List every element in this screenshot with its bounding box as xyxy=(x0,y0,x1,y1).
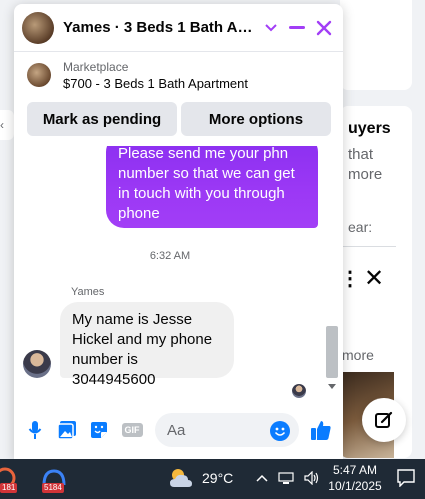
taskbar-app[interactable]: 5184 xyxy=(36,461,72,497)
listing-thumbnail xyxy=(27,63,51,87)
message-list[interactable]: Please send me your phn number so that w… xyxy=(14,146,343,402)
listing-source: Marketplace xyxy=(63,59,129,74)
chevron-up-icon[interactable] xyxy=(256,471,268,485)
chevron-down-icon[interactable] xyxy=(259,16,283,40)
system-tray xyxy=(256,471,320,485)
scroll-down-arrow[interactable] xyxy=(328,384,336,389)
scrollbar-thumb[interactable] xyxy=(326,326,338,378)
clock-date: 10/1/2025 xyxy=(328,479,382,493)
taskbar: 181 5184 29°C 5:47 AM 10/1/2025 xyxy=(0,459,425,499)
background-text: ear: xyxy=(348,219,373,235)
clock[interactable]: 5:47 AM 10/1/2025 xyxy=(326,462,384,494)
compose-icon xyxy=(375,411,393,428)
message-composer: GIF xyxy=(14,409,343,451)
network-icon[interactable] xyxy=(278,471,294,485)
background-text: more xyxy=(348,166,383,183)
new-message-button[interactable] xyxy=(362,398,406,442)
photo-icon[interactable] xyxy=(56,419,78,441)
thumbs-up-icon[interactable] xyxy=(309,417,333,443)
background-heading: uyers xyxy=(348,120,391,137)
outgoing-message[interactable]: Please send me your phn number so that w… xyxy=(106,146,318,228)
weather-widget[interactable]: 29°C xyxy=(168,467,233,489)
notification-center-icon[interactable] xyxy=(397,469,415,492)
sender-avatar[interactable] xyxy=(23,350,51,378)
emoji-icon[interactable] xyxy=(270,421,290,441)
message-timestamp: 6:32 AM xyxy=(149,250,191,262)
chat-header[interactable]: Yames · 3 Beds 1 Bath Apa... xyxy=(14,4,343,52)
notification-badge: 181 xyxy=(0,483,18,493)
background-card-top xyxy=(340,0,412,90)
microphone-icon[interactable] xyxy=(24,419,46,441)
sticker-icon[interactable] xyxy=(88,419,110,441)
more-options-icon[interactable]: ⋮ xyxy=(340,266,360,291)
weather-cloud-icon xyxy=(170,469,192,487)
listing-name: $700 - 3 Beds 1 Bath Apartment xyxy=(63,75,249,91)
background-text: that xyxy=(348,146,374,163)
listing-avatar[interactable] xyxy=(22,11,54,44)
mark-as-pending-button[interactable]: Mark as pending xyxy=(27,102,177,136)
more-options-button[interactable]: More options xyxy=(181,102,331,136)
sender-name: Yames xyxy=(71,286,105,298)
close-icon[interactable]: ✕ xyxy=(364,264,384,293)
incoming-message[interactable]: My name is Jesse Hickel and my phone num… xyxy=(60,302,234,388)
close-icon[interactable] xyxy=(312,16,336,40)
listing-actions: Mark as pending More options xyxy=(27,102,331,136)
gif-icon[interactable]: GIF xyxy=(120,419,144,441)
notification-badge: 5184 xyxy=(42,483,64,493)
chat-window: Yames · 3 Beds 1 Bath Apa... Marketplace… xyxy=(14,4,343,459)
minimize-icon[interactable] xyxy=(285,16,309,40)
seen-indicator-avatar xyxy=(292,384,306,398)
chat-title[interactable]: Yames · 3 Beds 1 Bath Apa... xyxy=(63,19,259,36)
background-left-chevron[interactable]: ‹ xyxy=(0,110,14,140)
see-more-link[interactable]: more xyxy=(342,347,374,363)
temperature: 29°C xyxy=(202,470,234,486)
clock-time: 5:47 AM xyxy=(332,463,378,477)
divider xyxy=(340,246,396,247)
taskbar-app[interactable]: 181 xyxy=(0,461,36,497)
gif-label: GIF xyxy=(121,423,143,437)
listing-summary[interactable]: Marketplace $700 - 3 Beds 1 Bath Apartme… xyxy=(14,52,343,98)
volume-icon[interactable] xyxy=(304,471,320,485)
